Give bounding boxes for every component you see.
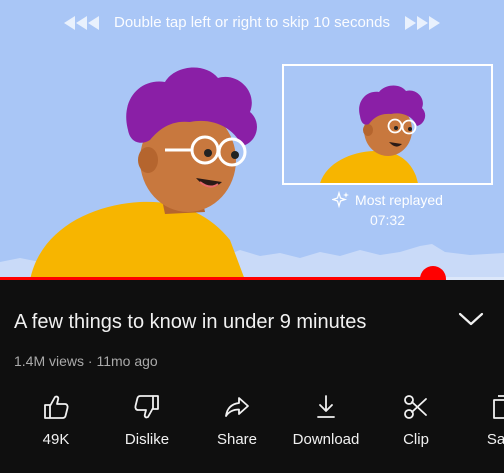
download-button[interactable]: Download xyxy=(281,393,371,448)
like-button[interactable]: 49K xyxy=(11,393,101,448)
like-count: 49K xyxy=(42,431,70,448)
save-button[interactable]: Save xyxy=(459,393,504,448)
clip-button[interactable]: Clip xyxy=(371,393,461,448)
save-label: Save xyxy=(486,431,504,448)
save-icon xyxy=(493,395,504,419)
clip-label: Clip xyxy=(403,431,429,448)
video-player[interactable]: Double tap left or right to skip 10 seco… xyxy=(0,0,504,280)
video-info-panel: A few things to know in under 9 minutes … xyxy=(0,281,504,473)
share-icon xyxy=(225,397,249,417)
skip-hint-text: Double tap left or right to skip 10 seco… xyxy=(114,14,390,31)
video-meta: 1.4M views · 11mo ago xyxy=(14,353,158,369)
share-button[interactable]: Share xyxy=(192,393,282,448)
share-label: Share xyxy=(216,431,258,448)
dislike-button[interactable]: Dislike xyxy=(102,393,192,448)
most-replayed-label: Most replayed xyxy=(355,192,443,208)
skip-hint: Double tap left or right to skip 10 seco… xyxy=(0,14,504,31)
forward-arrows-icon xyxy=(404,15,440,30)
chevron-down-icon[interactable] xyxy=(458,309,484,329)
download-icon xyxy=(317,395,335,418)
most-replayed-indicator: Most replayed 07:32 xyxy=(282,191,493,228)
progress-fill xyxy=(0,277,434,280)
most-replayed-time: 07:32 xyxy=(369,212,406,228)
sparkle-icon xyxy=(332,191,350,209)
scissors-icon xyxy=(404,395,427,419)
thumbs-down-icon xyxy=(134,395,159,419)
rewind-arrows-icon xyxy=(64,15,100,30)
dislike-label: Dislike xyxy=(124,431,170,448)
seek-preview-thumbnail xyxy=(282,64,493,185)
video-title[interactable]: A few things to know in under 9 minutes xyxy=(14,311,366,334)
action-bar: 49K Dislike Share Download Clip Sa xyxy=(0,393,504,463)
thumbs-up-icon xyxy=(44,395,69,419)
download-label: Download xyxy=(292,431,360,448)
